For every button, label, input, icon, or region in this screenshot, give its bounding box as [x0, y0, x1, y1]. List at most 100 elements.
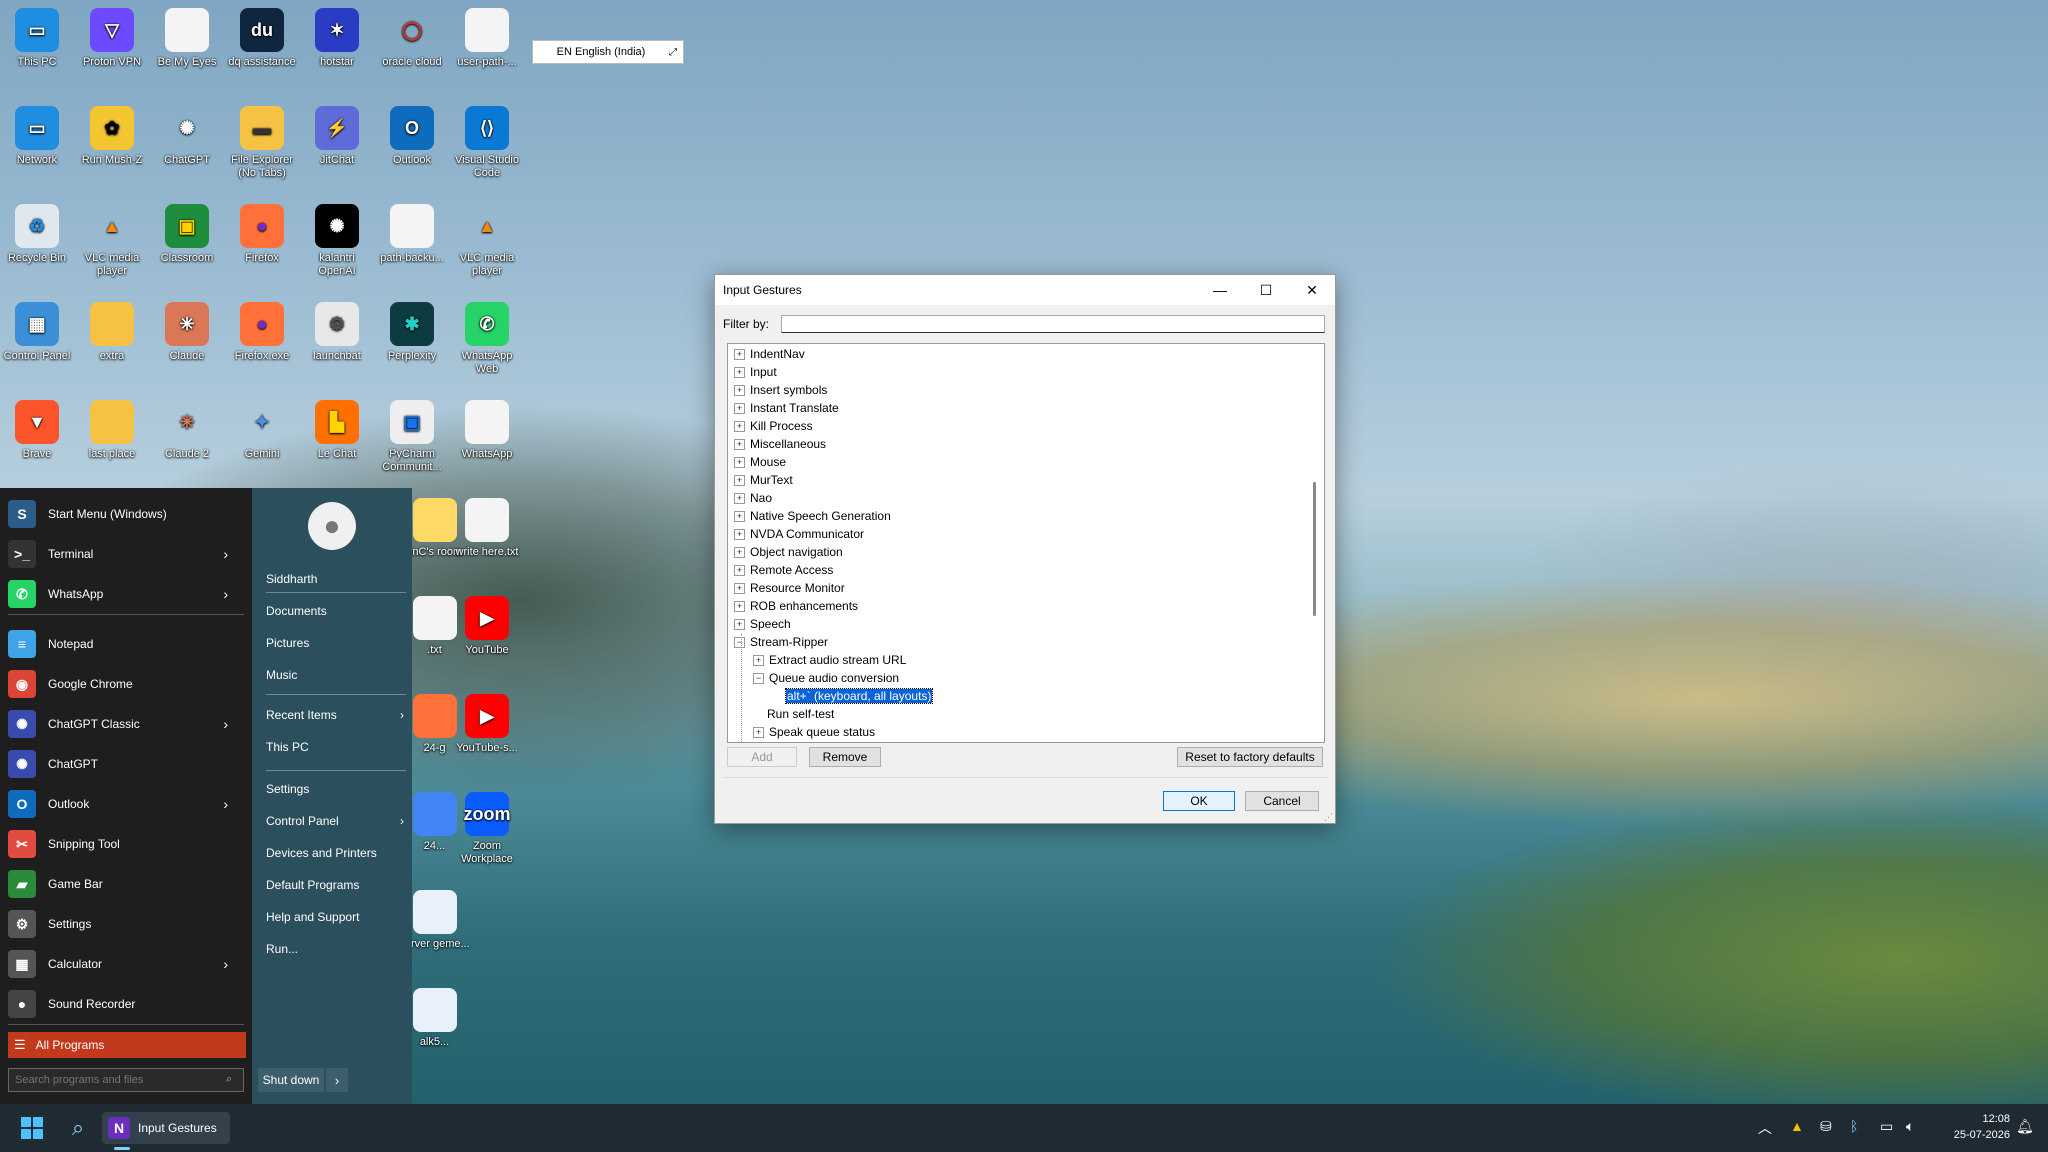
- reset-defaults-button[interactable]: Reset to factory defaults: [1177, 747, 1323, 767]
- start-menu-item[interactable]: ✺ ChatGPT: [8, 746, 244, 782]
- usb-icon[interactable]: ⛁: [1820, 1118, 1832, 1135]
- desktop-icon[interactable]: ✺ ChatGPT: [151, 106, 223, 167]
- desktop-icon[interactable]: ✿ Run Mush-Z: [76, 106, 148, 167]
- tree-item[interactable]: − Stream-Ripper: [734, 633, 828, 651]
- desktop-icon[interactable]: ● Firefox.exe: [226, 302, 298, 363]
- desktop-icon[interactable]: ⚙ launchbat: [301, 302, 373, 363]
- expand-icon[interactable]: +: [734, 511, 745, 523]
- start-menu-place[interactable]: Help and Support: [266, 910, 406, 924]
- tree-item[interactable]: + Miscellaneous: [734, 435, 826, 453]
- network-icon[interactable]: ▭: [1880, 1118, 1893, 1135]
- desktop-icon[interactable]: extra: [76, 302, 148, 363]
- start-menu-item[interactable]: ▦ Calculator ›: [8, 946, 244, 982]
- filter-input[interactable]: [781, 315, 1325, 333]
- title-bar[interactable]: Input Gestures — ☐ ✕: [715, 275, 1335, 305]
- desktop-icon[interactable]: Be My Eyes: [151, 8, 223, 69]
- search-icon[interactable]: ⌕: [226, 1073, 232, 1086]
- start-menu-place[interactable]: Pictures: [266, 636, 406, 650]
- desktop-icon[interactable]: ▭ Network: [1, 106, 73, 167]
- desktop-icon[interactable]: WhatsApp: [451, 400, 523, 461]
- start-menu-item[interactable]: ✆ WhatsApp ›: [8, 576, 244, 612]
- expand-icon[interactable]: +: [734, 493, 745, 505]
- cancel-button[interactable]: Cancel: [1245, 791, 1319, 811]
- expand-icon[interactable]: +: [734, 457, 745, 469]
- start-menu-item[interactable]: ▰ Game Bar: [8, 866, 244, 902]
- desktop-icon[interactable]: ✶ hotstar: [301, 8, 373, 69]
- start-menu-place[interactable]: Music: [266, 668, 406, 682]
- tree-item[interactable]: − Queue audio conversion: [753, 669, 899, 687]
- desktop-icon[interactable]: path-backu...: [376, 204, 448, 265]
- chevron-right-icon[interactable]: ›: [223, 586, 228, 602]
- start-menu-place[interactable]: Control Panel ›: [266, 814, 406, 828]
- expand-icon[interactable]: +: [734, 439, 745, 451]
- start-menu-item[interactable]: O Outlook ›: [8, 786, 244, 822]
- all-programs-button[interactable]: ☰ All Programs: [8, 1032, 246, 1058]
- expand-icon[interactable]: +: [734, 565, 745, 577]
- tree-item[interactable]: alt+` (keyboard, all layouts): [772, 687, 934, 705]
- tree-item[interactable]: + IndentNav: [734, 345, 805, 363]
- chevron-up-icon[interactable]: ︿: [1758, 1118, 1772, 1138]
- start-button[interactable]: [14, 1112, 50, 1144]
- chevron-right-icon[interactable]: ›: [223, 716, 228, 732]
- maximize-icon[interactable]: ☐: [1243, 275, 1289, 305]
- collapse-icon[interactable]: −: [734, 637, 745, 649]
- start-menu-place[interactable]: Recent Items ›: [266, 708, 406, 722]
- resize-grip-icon[interactable]: ⋰: [1324, 812, 1333, 823]
- expand-icon[interactable]: +: [734, 619, 745, 631]
- remove-button[interactable]: Remove: [809, 747, 881, 767]
- desktop-icon[interactable]: du dq assistance: [226, 8, 298, 69]
- expand-icon[interactable]: +: [753, 655, 764, 667]
- desktop-icon[interactable]: ✺ kalantri OpenAI: [301, 204, 373, 278]
- desktop-icon[interactable]: ● Firefox: [226, 204, 298, 265]
- tree-item[interactable]: + Speak queue status: [753, 723, 875, 741]
- expand-icon[interactable]: +: [753, 727, 764, 739]
- collapse-icon[interactable]: −: [753, 673, 764, 685]
- start-menu-place[interactable]: Default Programs: [266, 878, 406, 892]
- bluetooth-icon[interactable]: ᛒ: [1850, 1118, 1858, 1134]
- desktop-icon[interactable]: ▬ File Explorer (No Tabs): [226, 106, 298, 180]
- desktop-icon[interactable]: user-path-...: [451, 8, 523, 69]
- desktop-icon[interactable]: ⟨⟩ Visual Studio Code: [451, 106, 523, 180]
- search-taskbar-button[interactable]: ⌕: [60, 1112, 96, 1144]
- tree-item[interactable]: + Nao: [734, 489, 772, 507]
- desktop-icon[interactable]: ▽ Proton VPN: [76, 8, 148, 69]
- desktop-icon[interactable]: zoom Zoom Workplace: [451, 792, 523, 866]
- desktop-icon[interactable]: ▭ This PC: [1, 8, 73, 69]
- start-menu-place[interactable]: Settings: [266, 782, 406, 796]
- language-indicator[interactable]: EN English (India): [533, 46, 669, 58]
- chevron-right-icon[interactable]: ›: [223, 956, 228, 972]
- language-bar[interactable]: EN English (India) ⤢: [532, 40, 684, 64]
- start-menu-item[interactable]: ≡ Notepad: [8, 626, 244, 662]
- chevron-right-icon[interactable]: ›: [400, 708, 404, 722]
- tree-item[interactable]: + Instant Translate: [734, 399, 839, 417]
- user-name[interactable]: Siddharth: [266, 572, 406, 586]
- chevron-right-icon[interactable]: ›: [400, 814, 404, 828]
- start-menu-place[interactable]: Run...: [266, 942, 406, 956]
- tree-item[interactable]: + Speech: [734, 615, 791, 633]
- tree-item[interactable]: + Resource Monitor: [734, 579, 845, 597]
- clock[interactable]: 12:08 25-07-2026: [1930, 1111, 2010, 1143]
- desktop-icon[interactable]: last place: [76, 400, 148, 461]
- desktop-icon[interactable]: ✦ Gemini: [226, 400, 298, 461]
- desktop-icon[interactable]: ◯ oracle cloud: [376, 8, 448, 69]
- start-menu-item[interactable]: ⚙ Settings: [8, 906, 244, 942]
- start-search-input[interactable]: [8, 1068, 244, 1092]
- gestures-tree[interactable]: + IndentNav + Input + Insert symbols + Instant …: [727, 343, 1325, 743]
- restore-icon[interactable]: ⤢: [669, 47, 683, 58]
- desktop-icon[interactable]: O Outlook: [376, 106, 448, 167]
- tree-item[interactable]: + Object navigation: [734, 543, 843, 561]
- expand-icon[interactable]: +: [734, 403, 745, 415]
- start-menu-place[interactable]: Devices and Printers: [266, 846, 406, 860]
- tree-item[interactable]: + Remote Access: [734, 561, 833, 579]
- desktop-icon[interactable]: ▣ Classroom: [151, 204, 223, 265]
- expand-icon[interactable]: +: [734, 601, 745, 613]
- shutdown-button[interactable]: Shut down: [258, 1068, 324, 1092]
- chevron-right-icon[interactable]: ›: [223, 796, 228, 812]
- chevron-right-icon[interactable]: ›: [223, 546, 228, 562]
- start-menu-item[interactable]: S Start Menu (Windows): [8, 496, 244, 532]
- scrollbar-thumb[interactable]: [1313, 482, 1316, 616]
- start-menu-item[interactable]: ✺ ChatGPT Classic ›: [8, 706, 244, 742]
- notification-bell-icon[interactable]: 🔔︎: [2016, 1118, 2034, 1135]
- expand-icon[interactable]: +: [734, 385, 745, 397]
- desktop-icon[interactable]: ▙ Le Chat: [301, 400, 373, 461]
